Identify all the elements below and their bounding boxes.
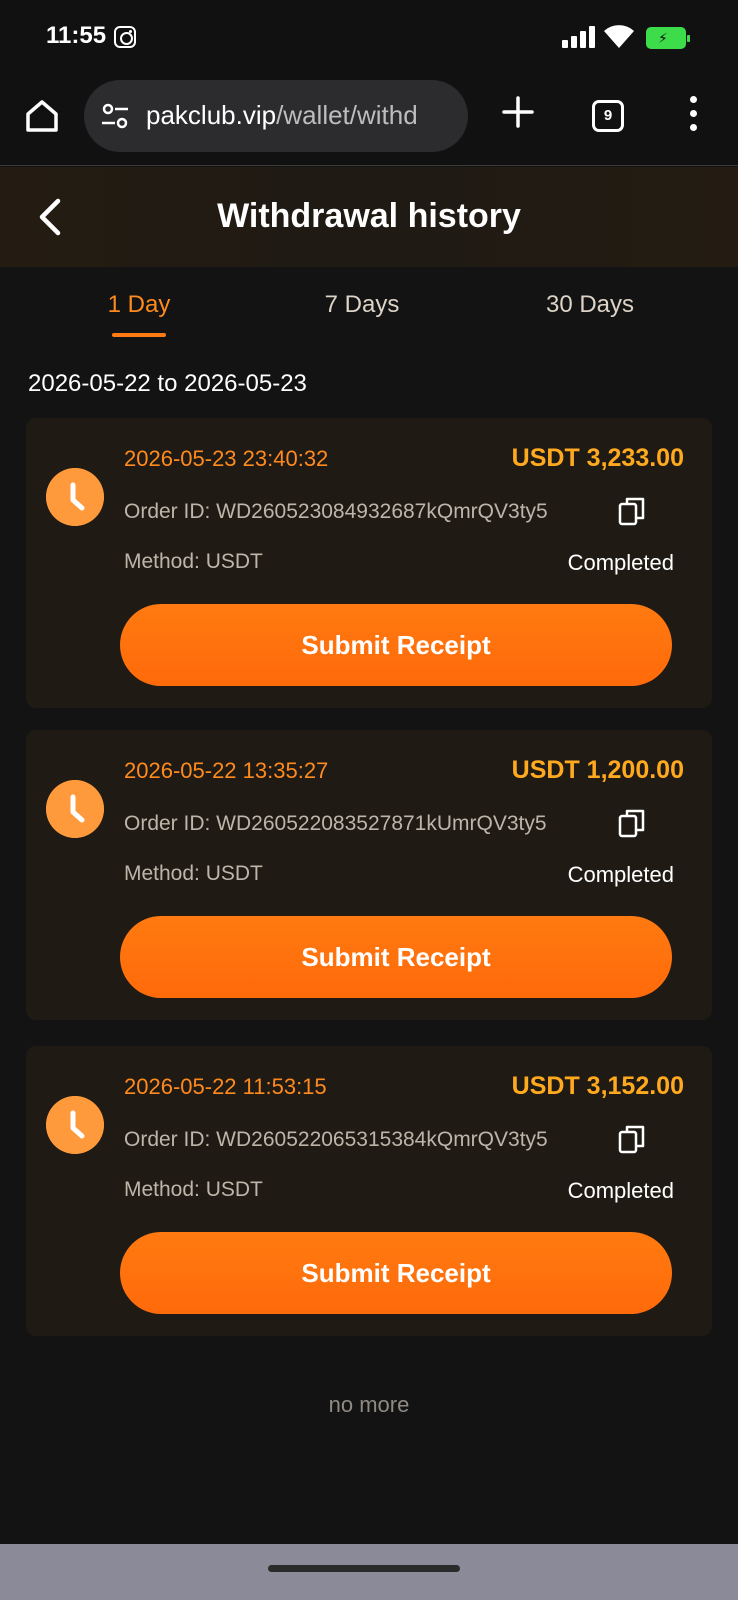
record-datetime: 2026-05-23 23:40:32	[124, 446, 329, 471]
record-method: Method: USDT	[124, 550, 263, 573]
record-status: Completed	[567, 550, 674, 575]
tab-switcher-button[interactable]: 9	[592, 100, 624, 132]
withdrawal-record: 2026-05-23 23:40:32 USDT 3,233.00 Order …	[26, 418, 712, 708]
record-datetime: 2026-05-22 11:53:15	[124, 1074, 327, 1099]
more-menu-icon[interactable]	[684, 94, 704, 134]
new-tab-icon[interactable]	[500, 94, 536, 130]
end-of-list-text: no more	[328, 1392, 410, 1417]
gesture-handle[interactable]	[268, 1565, 460, 1572]
record-order-id: Order ID: WD260523084932687kQmrQV3ty5	[124, 500, 548, 523]
battery-icon: ⚡	[646, 27, 690, 49]
clock-icon	[46, 780, 104, 838]
tab-1-day[interactable]: 1 Day	[59, 291, 219, 319]
site-settings-icon[interactable]	[100, 102, 130, 130]
submit-receipt-button[interactable]: Submit Receipt	[120, 916, 672, 998]
page-title: Withdrawal history	[217, 197, 521, 235]
tab-7-days[interactable]: 7 Days	[282, 291, 442, 319]
url-path: /wallet/withd	[276, 100, 418, 130]
home-icon[interactable]	[22, 96, 62, 136]
record-order-id: Order ID: WD260522083527871kUmrQV3ty5	[124, 812, 547, 835]
record-method: Method: USDT	[124, 862, 263, 885]
record-method: Method: USDT	[124, 1178, 263, 1201]
copy-icon[interactable]	[618, 496, 646, 526]
status-bar: 11:55 ⚡	[0, 0, 738, 74]
wifi-icon	[604, 25, 634, 48]
copy-icon[interactable]	[618, 1124, 646, 1154]
record-status: Completed	[567, 1178, 674, 1203]
instagram-icon	[114, 26, 136, 48]
record-order-id: Order ID: WD260522065315384kQmrQV3ty5	[124, 1128, 548, 1151]
period-tabs: 1 Day 7 Days 30 Days	[0, 267, 738, 347]
signal-icon	[562, 26, 596, 48]
system-nav-bar	[0, 1544, 738, 1600]
record-datetime: 2026-05-22 13:35:27	[124, 758, 329, 783]
record-amount: USDT 3,233.00	[511, 444, 684, 472]
tab-30-days[interactable]: 30 Days	[510, 291, 670, 319]
address-bar[interactable]: pakclub.vip/wallet/withd	[84, 80, 468, 152]
clock-icon	[46, 1096, 104, 1154]
withdrawal-record: 2026-05-22 13:35:27 USDT 1,200.00 Order …	[26, 730, 712, 1020]
record-amount: USDT 1,200.00	[511, 756, 684, 784]
active-tab-indicator	[112, 333, 166, 337]
copy-icon[interactable]	[618, 808, 646, 838]
browser-toolbar: pakclub.vip/wallet/withd 9	[0, 74, 738, 166]
url-text[interactable]: pakclub.vip/wallet/withd	[146, 100, 454, 131]
date-range: 2026-05-22 to 2026-05-23	[28, 370, 307, 397]
record-status: Completed	[567, 862, 674, 887]
status-time: 11:55	[46, 22, 107, 49]
clock-icon	[46, 468, 104, 526]
submit-receipt-button[interactable]: Submit Receipt	[120, 1232, 672, 1314]
submit-receipt-button[interactable]: Submit Receipt	[120, 604, 672, 686]
url-host: pakclub.vip	[146, 100, 277, 130]
withdrawal-record: 2026-05-22 11:53:15 USDT 3,152.00 Order …	[26, 1046, 712, 1336]
app-header: Withdrawal history	[0, 167, 738, 267]
record-amount: USDT 3,152.00	[511, 1072, 684, 1100]
